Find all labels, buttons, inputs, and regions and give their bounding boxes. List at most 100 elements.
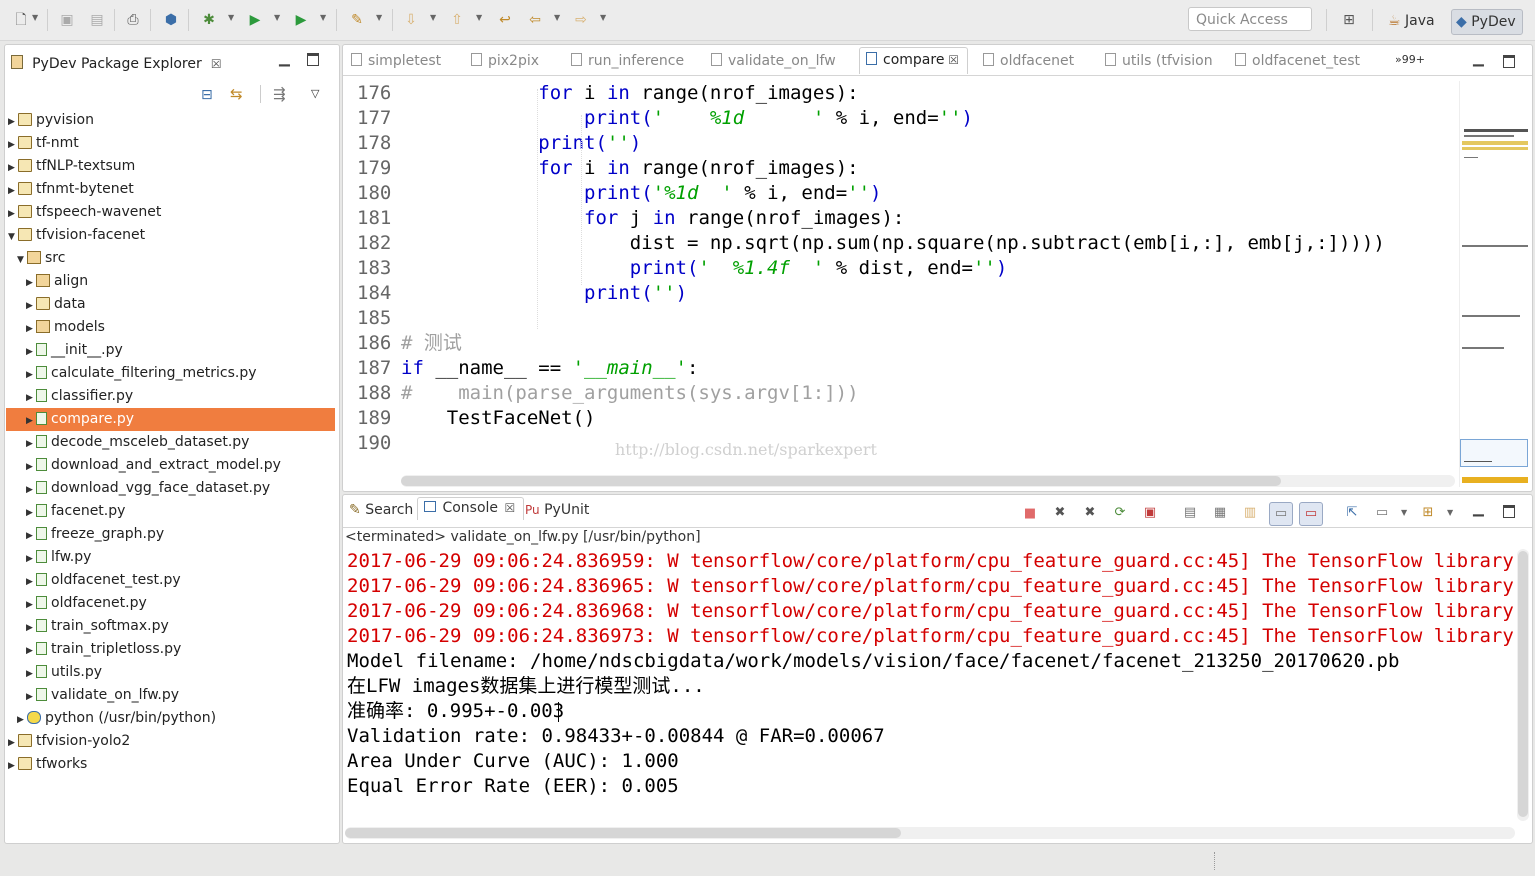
forward-icon[interactable]: ⇨ bbox=[572, 11, 590, 29]
tree-item[interactable]: ▶ tf-nmt bbox=[8, 132, 79, 154]
expand-arrow-icon[interactable]: ▶ bbox=[26, 663, 36, 685]
tree-item[interactable]: ▶ python (/usr/bin/python) bbox=[17, 707, 216, 729]
expand-arrow-icon[interactable]: ▶ bbox=[8, 203, 18, 225]
overview-ruler[interactable] bbox=[1459, 81, 1532, 487]
tree-item[interactable]: ▼ tfvision-facenet bbox=[8, 224, 145, 246]
expand-arrow-icon[interactable]: ▶ bbox=[26, 548, 36, 570]
editor-tab[interactable]: run_inference bbox=[571, 53, 684, 69]
tree-item[interactable]: ▶ download_and_extract_model.py bbox=[26, 454, 281, 476]
expand-arrow-icon[interactable]: ▶ bbox=[26, 594, 36, 616]
next-annotation-icon[interactable]: ⇩ bbox=[402, 11, 420, 29]
run-dropdown-icon[interactable]: ▼ bbox=[274, 13, 280, 22]
console-horizontal-scrollbar[interactable] bbox=[345, 827, 1515, 839]
scrollbar-thumb[interactable] bbox=[401, 476, 1281, 486]
expand-arrow-icon[interactable]: ▶ bbox=[26, 272, 36, 294]
clear-console-icon[interactable]: ▣ bbox=[1143, 506, 1157, 520]
scrollbar-thumb[interactable] bbox=[1518, 551, 1528, 817]
tree-item[interactable]: ▶ oldfacenet.py bbox=[26, 592, 147, 614]
terminate-icon[interactable]: ■ bbox=[1023, 507, 1037, 521]
close-tab-icon[interactable]: ☒ bbox=[944, 53, 959, 67]
tree-item[interactable]: ▶ compare.py bbox=[26, 408, 134, 430]
code-text-area[interactable]: 176 for i in range(nrof_images): 177 prin… bbox=[343, 81, 1455, 471]
run-icon[interactable]: ▶ bbox=[246, 11, 264, 29]
expand-arrow-icon[interactable]: ▶ bbox=[26, 295, 36, 317]
tree-item[interactable]: ▶ train_softmax.py bbox=[26, 615, 169, 637]
expand-arrow-icon[interactable]: ▶ bbox=[26, 433, 36, 455]
expand-arrow-icon[interactable]: ▶ bbox=[8, 732, 18, 754]
tree-item[interactable]: ▶ tfnmt-bytenet bbox=[8, 178, 134, 200]
show-on-output-icon[interactable]: ▥ bbox=[1243, 506, 1257, 520]
print-icon[interactable]: ⎙ bbox=[124, 11, 142, 29]
tree-item[interactable]: ▶ tfspeech-wavenet bbox=[8, 201, 161, 223]
tree-item[interactable]: ▶ __init__.py bbox=[26, 339, 123, 361]
tree-item[interactable]: ▶ models bbox=[26, 316, 105, 338]
tab-pyunit[interactable]: Pu PyUnit bbox=[525, 502, 589, 518]
previous-annotation-dropdown-icon[interactable]: ▼ bbox=[476, 13, 482, 22]
collapse-arrow-icon[interactable]: ▼ bbox=[8, 226, 18, 248]
back-dropdown-icon[interactable]: ▼ bbox=[554, 13, 560, 22]
open-console-icon[interactable]: ⊞ bbox=[1421, 506, 1435, 520]
debug-icon[interactable]: ✱ bbox=[200, 11, 218, 29]
next-annotation-dropdown-icon[interactable]: ▼ bbox=[430, 13, 436, 22]
python-console-icon[interactable]: ⬢ bbox=[162, 11, 180, 29]
editor-horizontal-scrollbar[interactable] bbox=[401, 475, 1455, 487]
expand-arrow-icon[interactable]: ▶ bbox=[17, 709, 27, 731]
expand-arrow-icon[interactable]: ▶ bbox=[8, 111, 18, 133]
perspective-pydev[interactable]: ◆ PyDev bbox=[1451, 9, 1523, 35]
expand-arrow-icon[interactable]: ▶ bbox=[8, 180, 18, 202]
display-console-icon[interactable]: ▭ bbox=[1375, 506, 1389, 520]
tree-item[interactable]: ▶ lfw.py bbox=[26, 546, 91, 568]
editor-tab[interactable]: pix2pix bbox=[471, 53, 539, 69]
expand-arrow-icon[interactable]: ▶ bbox=[26, 387, 36, 409]
show-stderr-toggle[interactable]: ▭ bbox=[1299, 502, 1323, 526]
tree-item[interactable]: ▶ tfNLP-textsum bbox=[8, 155, 135, 177]
external-tools-icon[interactable]: ▶ bbox=[292, 11, 310, 29]
expand-arrow-icon[interactable]: ▶ bbox=[26, 410, 36, 432]
editor-tab[interactable]: oldfacenet bbox=[983, 53, 1074, 69]
previous-annotation-icon[interactable]: ⇧ bbox=[448, 11, 466, 29]
more-tabs-overflow[interactable]: »99+ bbox=[1395, 53, 1425, 66]
tree-item[interactable]: ▶ decode_msceleb_dataset.py bbox=[26, 431, 249, 453]
view-menu-icon[interactable]: ▽ bbox=[311, 87, 319, 100]
tree-item[interactable]: ▶ validate_on_lfw.py bbox=[26, 684, 179, 706]
expand-arrow-icon[interactable]: ▶ bbox=[26, 318, 36, 340]
tree-item[interactable]: ▶ utils.py bbox=[26, 661, 102, 683]
console-output[interactable]: 2017-06-29 09:06:24.836959: W tensorflow… bbox=[343, 549, 1515, 821]
maximize-icon[interactable] bbox=[1503, 55, 1515, 68]
package-explorer-tab[interactable]: PyDev Package Explorer ☒ bbox=[11, 53, 222, 72]
tree-item[interactable]: ▶ freeze_graph.py bbox=[26, 523, 164, 545]
expand-arrow-icon[interactable]: ▶ bbox=[26, 686, 36, 708]
expand-arrow-icon[interactable]: ▶ bbox=[26, 640, 36, 662]
expand-arrow-icon[interactable]: ▶ bbox=[8, 134, 18, 156]
run-again-icon[interactable]: ⟳ bbox=[1113, 506, 1127, 520]
scrollbar-thumb[interactable] bbox=[345, 828, 901, 838]
tree-item[interactable]: ▶ facenet.py bbox=[26, 500, 125, 522]
new-dropdown-icon[interactable]: ▼ bbox=[32, 13, 38, 22]
close-tab-icon[interactable]: ☒ bbox=[504, 501, 515, 515]
editor-tab[interactable]: compare ☒ bbox=[859, 47, 969, 74]
save-icon[interactable]: ▣ bbox=[58, 11, 76, 29]
forward-dropdown-icon[interactable]: ▼ bbox=[600, 13, 606, 22]
filters-icon[interactable]: ⇶ bbox=[273, 85, 286, 103]
tree-item[interactable]: ▶ tfworks bbox=[8, 753, 87, 775]
new-icon[interactable]: 🗋 bbox=[12, 11, 30, 29]
save-all-icon[interactable]: ▤ bbox=[88, 11, 106, 29]
pin-console-icon[interactable]: ⇱ bbox=[1345, 506, 1359, 520]
expand-arrow-icon[interactable]: ▶ bbox=[26, 479, 36, 501]
maximize-icon[interactable] bbox=[1503, 505, 1515, 518]
minimize-icon[interactable]: ▁ bbox=[1473, 501, 1484, 517]
open-perspective-icon[interactable]: ⊞ bbox=[1340, 11, 1358, 29]
maximize-icon[interactable] bbox=[307, 53, 319, 66]
perspective-java[interactable]: ☕ Java bbox=[1388, 9, 1435, 33]
last-edit-location-icon[interactable]: ↩ bbox=[496, 11, 514, 29]
remove-launch-icon[interactable]: ✖ bbox=[1053, 506, 1067, 520]
word-wrap-icon[interactable]: ▦ bbox=[1213, 506, 1227, 520]
expand-arrow-icon[interactable]: ▶ bbox=[8, 755, 18, 777]
link-with-editor-icon[interactable]: ⇆ bbox=[230, 85, 243, 103]
editor-tab[interactable]: utils (tfvision bbox=[1105, 53, 1213, 69]
open-console-dropdown-icon[interactable]: ▼ bbox=[1447, 508, 1453, 517]
scroll-lock-icon[interactable]: ▤ bbox=[1183, 506, 1197, 520]
search-tool-icon[interactable]: ✎ bbox=[348, 11, 366, 29]
search-tool-dropdown-icon[interactable]: ▼ bbox=[376, 13, 382, 22]
expand-arrow-icon[interactable]: ▶ bbox=[26, 502, 36, 524]
